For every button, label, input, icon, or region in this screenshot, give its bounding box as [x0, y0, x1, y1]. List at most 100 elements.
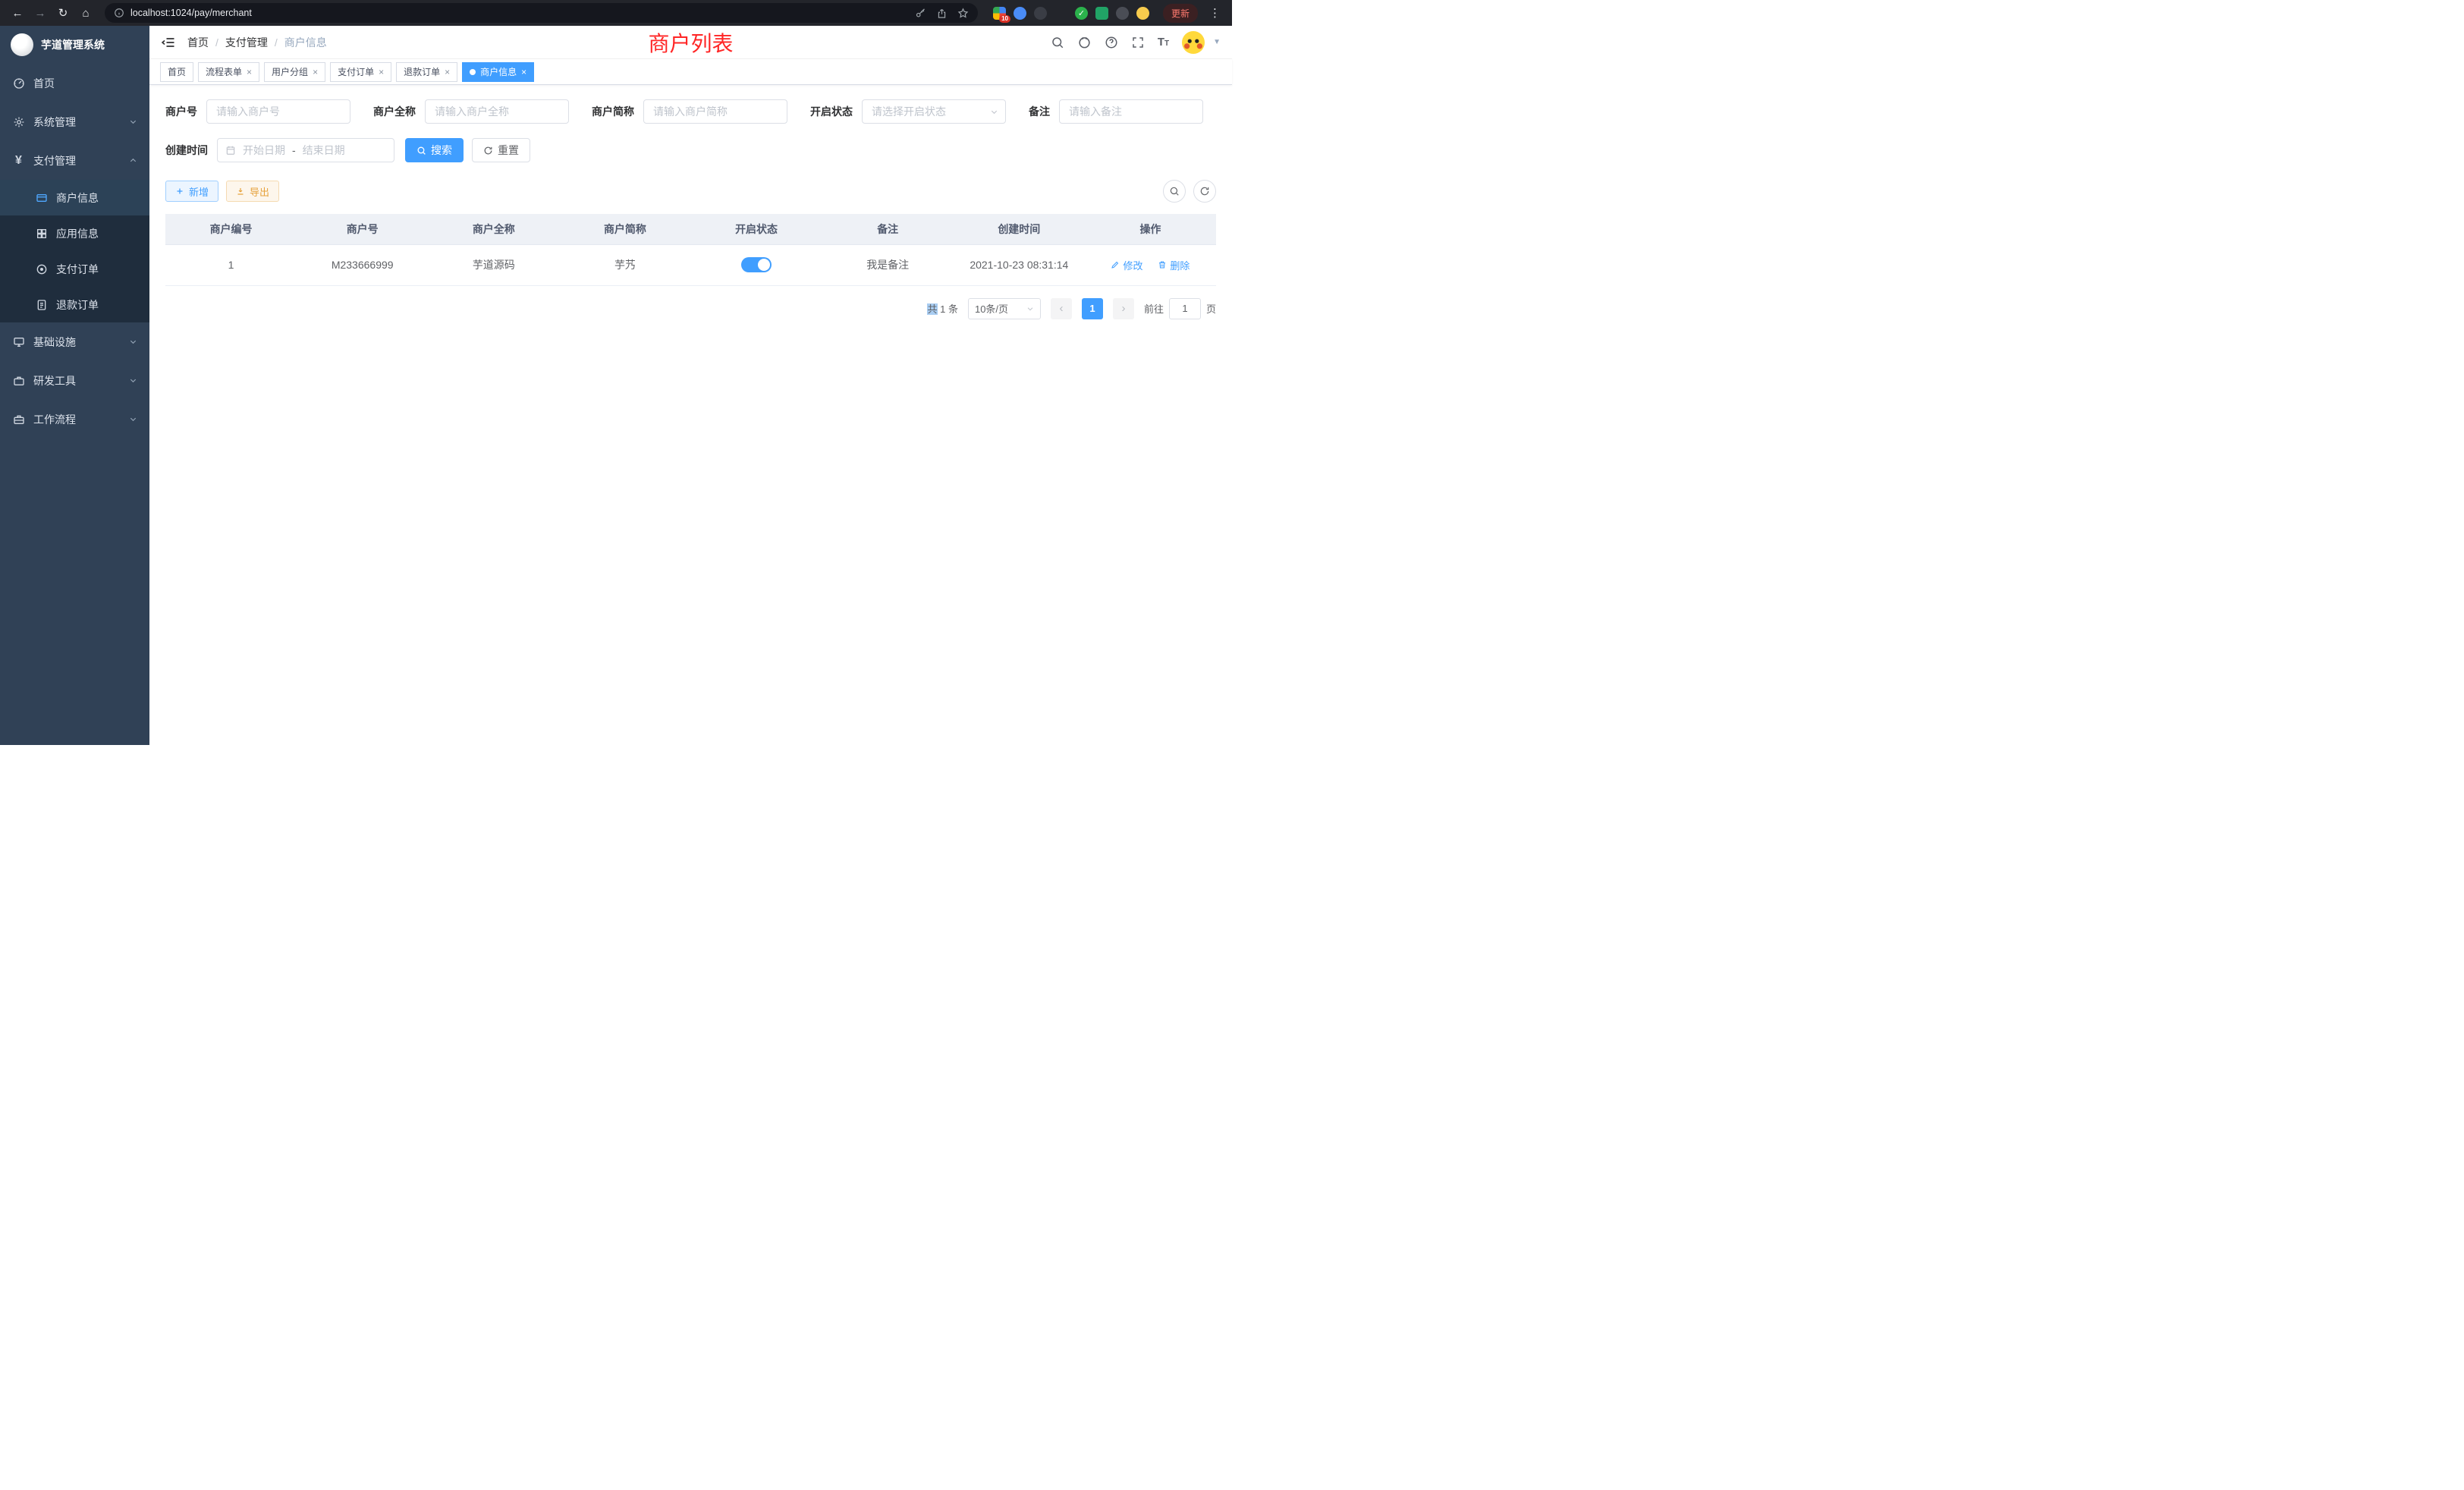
full-name-label: 商户全称	[373, 104, 416, 119]
close-icon[interactable]: ×	[379, 68, 384, 77]
close-icon[interactable]: ×	[521, 68, 526, 77]
font-size-icon[interactable]: TT	[1158, 36, 1169, 48]
col-remark: 备注	[822, 214, 954, 244]
browser-back-button[interactable]: ←	[8, 3, 27, 23]
cell-merchant-id: 1	[165, 244, 297, 285]
sidebar: 芋道管理系统 首页 系统管理 ¥ 支付管理	[0, 26, 149, 745]
sidebar-item-app-info[interactable]: 应用信息	[0, 215, 149, 251]
status-select[interactable]: 请选择开启状态	[862, 99, 1006, 124]
chevron-down-icon	[129, 376, 137, 385]
sidebar-item-pay[interactable]: ¥ 支付管理	[0, 141, 149, 180]
browser-update-button[interactable]: 更新	[1163, 4, 1198, 23]
breadcrumb-pay[interactable]: 支付管理	[225, 35, 268, 50]
bookmark-star-icon[interactable]	[957, 8, 969, 19]
tags-view: 首页 流程表单 × 用户分组 × 支付订单 × 退款订单 × 商户信息 ×	[149, 59, 1232, 85]
extension-avatar-icon[interactable]	[1054, 7, 1067, 20]
search-icon	[1169, 186, 1180, 196]
briefcase-icon	[12, 413, 25, 426]
sidebar-item-devtools[interactable]: 研发工具	[0, 361, 149, 400]
app-logo[interactable]: 芋道管理系统	[0, 26, 149, 64]
close-icon[interactable]: ×	[445, 68, 450, 77]
search-button[interactable]: 搜索	[405, 138, 464, 162]
sidebar-item-workflow[interactable]: 工作流程	[0, 400, 149, 439]
card-icon	[35, 191, 48, 204]
chevron-down-icon	[129, 415, 137, 423]
remark-input[interactable]	[1059, 99, 1203, 124]
github-icon[interactable]	[1077, 35, 1092, 49]
merchant-no-label: 商户号	[165, 104, 197, 119]
sidebar-item-system[interactable]: 系统管理	[0, 102, 149, 141]
avatar[interactable]	[1182, 31, 1205, 54]
goto-label: 前往	[1144, 301, 1164, 316]
info-icon	[114, 8, 124, 18]
col-full-name: 商户全称	[428, 214, 559, 244]
breadcrumb-home[interactable]: 首页	[187, 35, 209, 50]
remark-label: 备注	[1029, 104, 1050, 119]
browser-reload-button[interactable]: ↻	[53, 3, 73, 23]
sidebar-item-pay-order[interactable]: 支付订单	[0, 251, 149, 287]
reset-button[interactable]: 重置	[472, 138, 530, 162]
close-icon[interactable]: ×	[313, 68, 318, 77]
url-text: localhost:1024/pay/merchant	[130, 8, 252, 18]
caret-down-icon[interactable]: ▼	[1213, 38, 1221, 46]
chevron-down-icon	[129, 338, 137, 346]
gear-icon	[12, 115, 25, 128]
sidebar-item-merchant-info[interactable]: 商户信息	[0, 180, 149, 215]
browser-forward-button[interactable]: →	[30, 3, 50, 23]
chevron-down-icon	[129, 118, 137, 126]
short-name-label: 商户简称	[592, 104, 634, 119]
sidebar-item-infra[interactable]: 基础设施	[0, 322, 149, 361]
start-date-placeholder: 开始日期	[243, 143, 285, 158]
breadcrumb-current: 商户信息	[284, 35, 327, 50]
edit-button[interactable]: 修改	[1111, 258, 1142, 272]
tab-refund-order[interactable]: 退款订单 ×	[396, 62, 457, 82]
full-name-input[interactable]	[425, 99, 569, 124]
help-icon[interactable]	[1105, 36, 1118, 49]
short-name-input[interactable]	[643, 99, 787, 124]
sidebar-fold-icon[interactable]	[161, 35, 176, 50]
extension-check-icon[interactable]: ✓	[1075, 7, 1088, 20]
extension-smiley-icon[interactable]	[1136, 7, 1149, 20]
page-size-select[interactable]: 10条/页	[968, 298, 1041, 319]
browser-home-button[interactable]: ⌂	[76, 3, 96, 23]
status-toggle[interactable]	[741, 257, 772, 272]
sidebar-item-home[interactable]: 首页	[0, 64, 149, 102]
extension-dark-icon[interactable]	[1034, 7, 1047, 20]
extension-blue-icon[interactable]	[1014, 7, 1026, 20]
next-page-button[interactable]: ›	[1113, 298, 1134, 319]
tab-home[interactable]: 首页	[160, 62, 193, 82]
share-icon[interactable]	[936, 8, 948, 19]
tab-user-group[interactable]: 用户分组 ×	[264, 62, 325, 82]
refresh-icon	[483, 146, 493, 156]
goto-page-input[interactable]	[1169, 298, 1201, 319]
chevron-down-icon	[990, 108, 998, 116]
delete-button[interactable]: 删除	[1158, 258, 1190, 272]
sidebar-item-refund-order[interactable]: 退款订单	[0, 287, 149, 322]
close-icon[interactable]: ×	[247, 68, 252, 77]
tab-merchant-info[interactable]: 商户信息 ×	[462, 62, 534, 82]
breadcrumb-separator: /	[215, 36, 218, 49]
add-button[interactable]: 新增	[165, 181, 218, 202]
address-bar[interactable]: localhost:1024/pay/merchant	[105, 3, 978, 23]
tab-pay-order[interactable]: 支付订单 ×	[330, 62, 391, 82]
merchant-no-input[interactable]	[206, 99, 350, 124]
prev-page-button[interactable]: ‹	[1051, 298, 1072, 319]
fullscreen-icon[interactable]	[1131, 36, 1145, 49]
pencil-icon	[1111, 260, 1120, 269]
current-page-button[interactable]: 1	[1082, 298, 1103, 319]
merchant-table: 商户编号 商户号 商户全称 商户简称 开启状态 备注 创建时间 操作 1 M23…	[165, 214, 1216, 286]
toggle-search-button[interactable]	[1163, 180, 1186, 203]
pay-submenu: 商户信息 应用信息 支付订单 退款订单	[0, 180, 149, 322]
search-icon	[416, 146, 426, 156]
create-time-range-picker[interactable]: 开始日期 - 结束日期	[217, 138, 394, 162]
browser-menu-icon[interactable]: ⋮	[1205, 6, 1224, 20]
chevron-down-icon	[1026, 305, 1034, 313]
extensions-menu-icon[interactable]: 10	[993, 7, 1006, 20]
key-icon[interactable]	[915, 8, 926, 19]
search-icon[interactable]	[1051, 36, 1064, 49]
refresh-table-button[interactable]	[1193, 180, 1216, 203]
tab-process-form[interactable]: 流程表单 ×	[198, 62, 259, 82]
export-button[interactable]: 导出	[226, 181, 279, 202]
extension-pinwheel-icon[interactable]	[1116, 7, 1129, 20]
extension-green-icon[interactable]	[1095, 7, 1108, 20]
